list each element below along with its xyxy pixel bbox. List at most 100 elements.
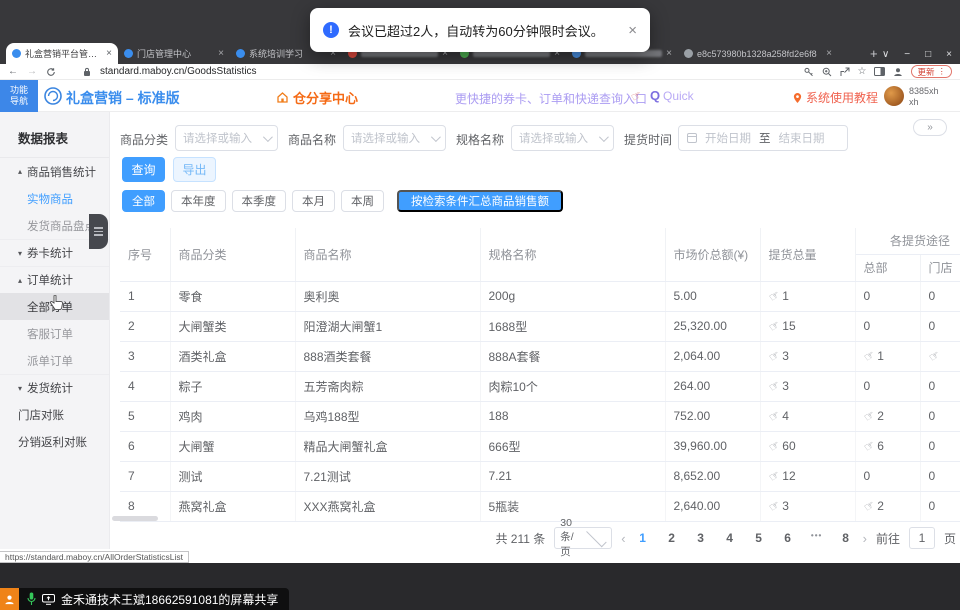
tab-favicon-icon — [12, 49, 21, 58]
tab-search-chevron-icon[interactable]: ∨ — [882, 49, 889, 60]
sidebar-item-客服订单[interactable]: 客服订单 — [0, 320, 109, 347]
screen: 礼盒营销平台管理中心×门店管理中心×系统培训学习××××e8c573980b13… — [0, 0, 960, 610]
table-cell: 奥利奥 — [295, 281, 480, 311]
tab-close-icon[interactable]: × — [106, 48, 112, 59]
sidebar-item-发货统计[interactable]: ▾发货统计 — [0, 374, 109, 401]
range-tab-本月[interactable]: 本月 — [292, 190, 335, 212]
zoom-icon[interactable] — [822, 67, 832, 77]
pickup-icon: ☞ — [926, 347, 943, 365]
range-tab-本周[interactable]: 本周 — [341, 190, 384, 212]
page-size-select[interactable]: 30条/页 — [554, 527, 612, 549]
collapse-filters-button[interactable]: » — [913, 119, 947, 136]
url-text[interactable]: standard.maboy.cn/GoodsStatistics — [100, 66, 257, 77]
minimize-icon[interactable]: − — [904, 49, 910, 60]
tab-close-icon[interactable]: × — [826, 48, 832, 59]
spec-select[interactable]: 请选择或输入 — [511, 125, 614, 151]
page-number[interactable]: 5 — [751, 531, 767, 545]
page-number[interactable]: 4 — [722, 531, 738, 545]
next-page-icon[interactable]: › — [863, 531, 867, 546]
participant-icon[interactable] — [0, 588, 19, 610]
maximize-icon[interactable]: □ — [925, 49, 931, 60]
sidebar-item-实物商品[interactable]: 实物商品 — [0, 185, 109, 212]
tab-close-icon[interactable]: × — [218, 48, 224, 59]
table-row[interactable]: 4粽子五芳斋肉粽肉粽10个264.00☞300 — [120, 371, 960, 401]
page-number[interactable]: 2 — [664, 531, 680, 545]
date-range-picker[interactable]: 开始日期 至 结束日期 — [678, 125, 848, 151]
filter-label-category: 商品分类 — [120, 131, 168, 148]
end-date-placeholder: 结束日期 — [779, 130, 825, 146]
export-button[interactable]: 导出 — [173, 157, 216, 182]
table-cell: 0 — [920, 281, 960, 311]
tab-title: 门店管理中心 — [137, 47, 214, 60]
sidebar-item-商品销售统计[interactable]: ▴商品销售统计 — [0, 158, 109, 185]
category-select[interactable]: 请选择或输入 — [175, 125, 278, 151]
close-icon[interactable]: × — [946, 49, 952, 60]
side-panel-icon[interactable] — [874, 67, 885, 76]
person-icon — [4, 594, 15, 605]
back-icon[interactable]: ← — [8, 67, 18, 77]
sidebar-item-门店对账[interactable]: 门店对账 — [0, 401, 109, 428]
notification-close-icon[interactable]: × — [628, 22, 637, 39]
browser-tab[interactable]: 门店管理中心 × — [118, 43, 230, 64]
goto-page-input[interactable] — [909, 527, 935, 549]
share-icon[interactable] — [840, 67, 850, 77]
tab-close-icon[interactable]: × — [666, 48, 672, 59]
app-header: 功能 导航 礼盒营销 – 标准版 仓分享中心 更快捷的券卡、订单和快递查询入口 … — [0, 80, 960, 112]
page-number[interactable]: 8 — [838, 531, 854, 545]
new-tab-button[interactable]: + — [870, 46, 878, 61]
page-number[interactable]: 3 — [693, 531, 709, 545]
range-tab-全部[interactable]: 全部 — [122, 190, 165, 212]
sidebar-item-label: 客服订单 — [27, 326, 73, 342]
avatar[interactable] — [884, 86, 904, 106]
table-row[interactable]: 1零食奥利奥200g5.00☞100 — [120, 281, 960, 311]
tutorial-link[interactable]: 系统使用教程 — [793, 89, 878, 106]
chevron-down-icon — [599, 132, 609, 142]
lock-icon — [83, 67, 91, 77]
tab-title: e8c573980b1328a258fd2e6f8 — [697, 49, 822, 59]
sidebar-item-分销返利对账[interactable]: 分销返利对账 — [0, 428, 109, 455]
pagination: 共 211 条 30条/页 ‹ 123456•••8 › 前往 页 — [495, 526, 956, 550]
sidebar-drawer-handle[interactable] — [89, 214, 108, 249]
browser-tab[interactable]: 礼盒营销平台管理中心× — [6, 43, 118, 64]
bookmark-star-icon[interactable]: ☆ — [858, 66, 867, 77]
sidebar-item-派单订单[interactable]: 派单订单 — [0, 347, 109, 374]
browser-tab[interactable]: e8c573980b1328a258fd2e6f8 × — [678, 43, 838, 64]
quick-label[interactable]: Quick — [663, 89, 694, 103]
sidebar-item-label: 订单统计 — [27, 272, 73, 288]
table-row[interactable]: 3酒类礼盒888酒类套餐888A套餐2,064.00☞3☞1☞ — [120, 341, 960, 371]
filter-label-spec: 规格名称 — [456, 131, 504, 148]
profile-icon[interactable] — [893, 67, 903, 77]
table-row[interactable]: 6大闸蟹精品大闸蟹礼盒666型39,960.00☞60☞60 — [120, 431, 960, 461]
warehouse-share-center-link[interactable]: 仓分享中心 — [276, 88, 358, 107]
forward-icon[interactable]: → — [27, 67, 37, 77]
sidebar-item-订单统计[interactable]: ▴订单统计 — [0, 266, 109, 293]
product-name-select[interactable]: 请选择或输入 — [343, 125, 446, 151]
screen-share-pill[interactable]: 金禾通技术王斌18662591081的屏幕共享 — [19, 588, 289, 610]
reload-icon[interactable] — [46, 67, 56, 77]
table-cell: 7.21 — [480, 461, 665, 491]
table-cell: 8,652.00 — [665, 461, 760, 491]
table-cell: 大闸蟹 — [170, 431, 295, 461]
function-nav-toggle[interactable]: 功能 导航 — [0, 80, 38, 112]
page-number[interactable]: 1 — [635, 531, 651, 545]
share-center-label: 仓分享中心 — [293, 88, 358, 107]
table-row[interactable]: 8燕窝礼盒XXX燕窝礼盒5瓶装2,640.00☞3☞20 — [120, 491, 960, 521]
summary-by-criteria-button[interactable]: 按检索条件汇总商品销售额 — [397, 190, 563, 212]
page-number[interactable]: 6 — [780, 531, 796, 545]
prev-page-icon[interactable]: ‹ — [621, 531, 625, 546]
table-cell: 39,960.00 — [665, 431, 760, 461]
query-button[interactable]: 查询 — [122, 157, 165, 182]
table-row[interactable]: 5鸡肉乌鸡188型188752.00☞4☞20 — [120, 401, 960, 431]
table-cell: 888酒类套餐 — [295, 341, 480, 371]
meeting-notification: ! 会议已超过2人，自动转为60分钟限时会议。 × — [310, 8, 650, 52]
quick-search-icon[interactable]: Q — [650, 88, 660, 103]
category-placeholder: 请选择或输入 — [183, 130, 263, 146]
table-row[interactable]: 7测试7.21测试7.218,652.00☞1200 — [120, 461, 960, 491]
horizontal-scrollbar[interactable] — [112, 516, 158, 521]
range-tab-本年度[interactable]: 本年度 — [171, 190, 226, 212]
password-key-icon[interactable] — [804, 67, 814, 77]
table-row[interactable]: 2大闸蟹类阳澄湖大闸蟹11688型25,320.00☞1500 — [120, 311, 960, 341]
range-tab-本季度[interactable]: 本季度 — [232, 190, 287, 212]
table-cell: ☞3 — [760, 341, 855, 371]
chrome-update-button[interactable]: 更新 ⋮ — [911, 65, 952, 78]
